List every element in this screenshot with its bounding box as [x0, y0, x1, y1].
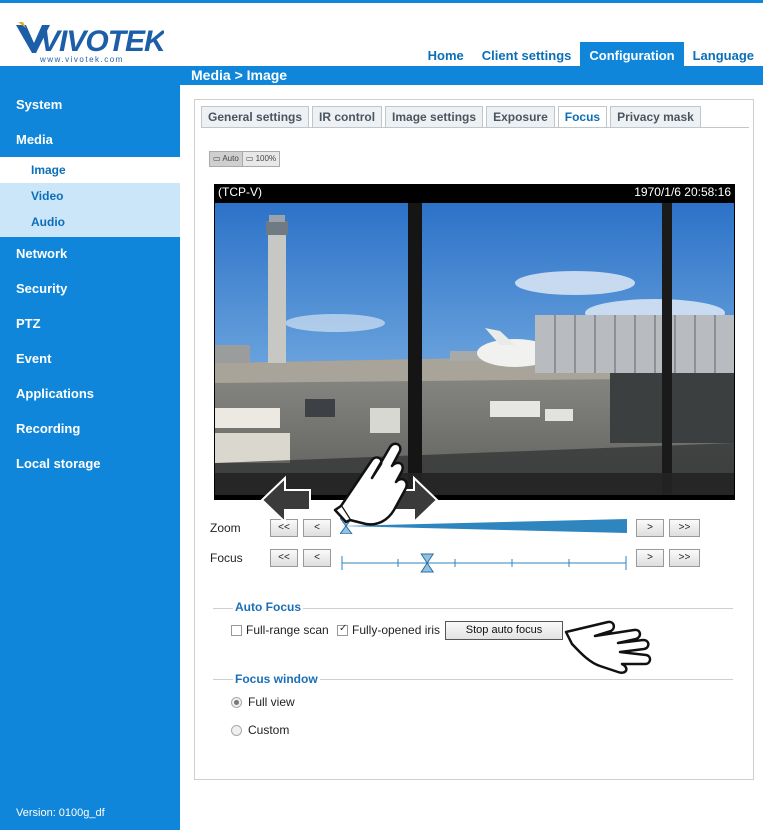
sidebar-item-system[interactable]: System — [0, 87, 180, 122]
nav-home[interactable]: Home — [419, 42, 473, 69]
sidebar-subitem-audio[interactable]: Audio — [0, 209, 180, 235]
full-view-label: Full view — [248, 695, 295, 709]
nav-client-settings[interactable]: Client settings — [473, 42, 581, 69]
zoom-wide-button[interactable]: < — [303, 519, 331, 537]
sidebar-subitem-video[interactable]: Video — [0, 183, 180, 209]
video-info-bar: (TCP-V) 1970/1/6 20:58:16 — [214, 184, 735, 201]
nav-language[interactable]: Language — [684, 42, 763, 69]
svg-text:www.vivotek.com: www.vivotek.com — [39, 55, 124, 64]
sidebar-submenu-media: Image Video Audio — [0, 157, 180, 237]
sidebar-item-applications[interactable]: Applications — [0, 376, 180, 411]
sidebar-subitem-image[interactable]: Image — [0, 157, 180, 183]
full-range-scan-checkbox[interactable] — [231, 625, 242, 636]
zoom-wide-fast-button[interactable]: << — [270, 519, 298, 537]
fully-opened-iris-checkbox[interactable] — [337, 623, 348, 636]
view-auto-label: Auto — [222, 154, 239, 163]
focus-far-button[interactable]: > — [636, 549, 664, 567]
page-title: Media > Image — [191, 67, 288, 83]
view-100-label: 100% — [255, 154, 277, 163]
sidebar-item-local-storage[interactable]: Local storage — [0, 446, 180, 481]
sidebar-item-security[interactable]: Security — [0, 271, 180, 306]
zoom-tele-fast-button[interactable]: >> — [669, 519, 700, 537]
camera-view-image — [215, 203, 734, 495]
zoom-tele-button[interactable]: > — [636, 519, 664, 537]
header: VIVOTEK www.vivotek.com Home Client sett… — [0, 0, 763, 69]
tab-focus[interactable]: Focus — [557, 106, 608, 128]
sidebar: System Media Image Video Audio Network S… — [0, 85, 180, 830]
focus-panel: General settings IR control Image settin… — [194, 99, 754, 780]
svg-text:VIVOTEK: VIVOTEK — [40, 25, 164, 58]
focus-label: Focus — [210, 551, 243, 565]
custom-radio[interactable] — [231, 725, 242, 736]
view-auto-button[interactable]: ▭ Auto — [210, 152, 243, 166]
nav-configuration[interactable]: Configuration — [580, 42, 684, 69]
zoom-track-wedge — [340, 519, 627, 533]
tab-divider — [201, 127, 749, 128]
sidebar-item-media[interactable]: Media — [0, 122, 180, 157]
zoom-label: Zoom — [210, 521, 241, 535]
tab-privacy-mask[interactable]: Privacy mask — [610, 106, 701, 128]
tab-exposure[interactable]: Exposure — [486, 106, 555, 128]
sidebar-item-recording[interactable]: Recording — [0, 411, 180, 446]
top-nav: Home Client settings Configuration Langu… — [419, 42, 763, 69]
zoom-slider[interactable] — [340, 518, 627, 534]
full-view-radio[interactable] — [231, 697, 242, 708]
sidebar-item-network[interactable]: Network — [0, 236, 180, 271]
video-timestamp: 1970/1/6 20:58:16 — [634, 185, 731, 199]
stop-auto-focus-button[interactable]: Stop auto focus — [445, 621, 563, 640]
full-range-scan-label: Full-range scan — [246, 623, 329, 637]
custom-label: Custom — [248, 723, 290, 737]
tab-bar: General settings IR control Image settin… — [201, 106, 704, 128]
tab-image-settings[interactable]: Image settings — [385, 106, 484, 128]
sidebar-item-event[interactable]: Event — [0, 341, 180, 376]
logo-mark-icon: VIVOTEK www.vivotek.com — [16, 22, 169, 64]
focus-near-fast-button[interactable]: << — [270, 549, 298, 567]
vivotek-logo[interactable]: VIVOTEK www.vivotek.com — [14, 19, 169, 65]
tab-general-settings[interactable]: General settings — [201, 106, 310, 128]
title-bar: Media > Image — [0, 66, 763, 85]
focus-slider[interactable] — [340, 552, 628, 574]
fully-opened-iris-label: Fully-opened iris — [352, 623, 441, 637]
stream-name: (TCP-V) — [218, 185, 262, 199]
focus-window-title: Focus window — [233, 672, 320, 686]
view-100-button[interactable]: ▭ 100% — [242, 152, 280, 166]
view-size-toggle: ▭ Auto ▭ 100% — [209, 151, 281, 167]
focus-far-fast-button[interactable]: >> — [669, 549, 700, 567]
version-text: Version: 0100g_df — [16, 807, 105, 819]
auto-focus-title: Auto Focus — [233, 600, 303, 614]
focus-near-button[interactable]: < — [303, 549, 331, 567]
sidebar-item-ptz[interactable]: PTZ — [0, 306, 180, 341]
live-video[interactable]: (TCP-V) 1970/1/6 20:58:16 — [214, 184, 735, 500]
tab-ir-control[interactable]: IR control — [312, 106, 383, 128]
